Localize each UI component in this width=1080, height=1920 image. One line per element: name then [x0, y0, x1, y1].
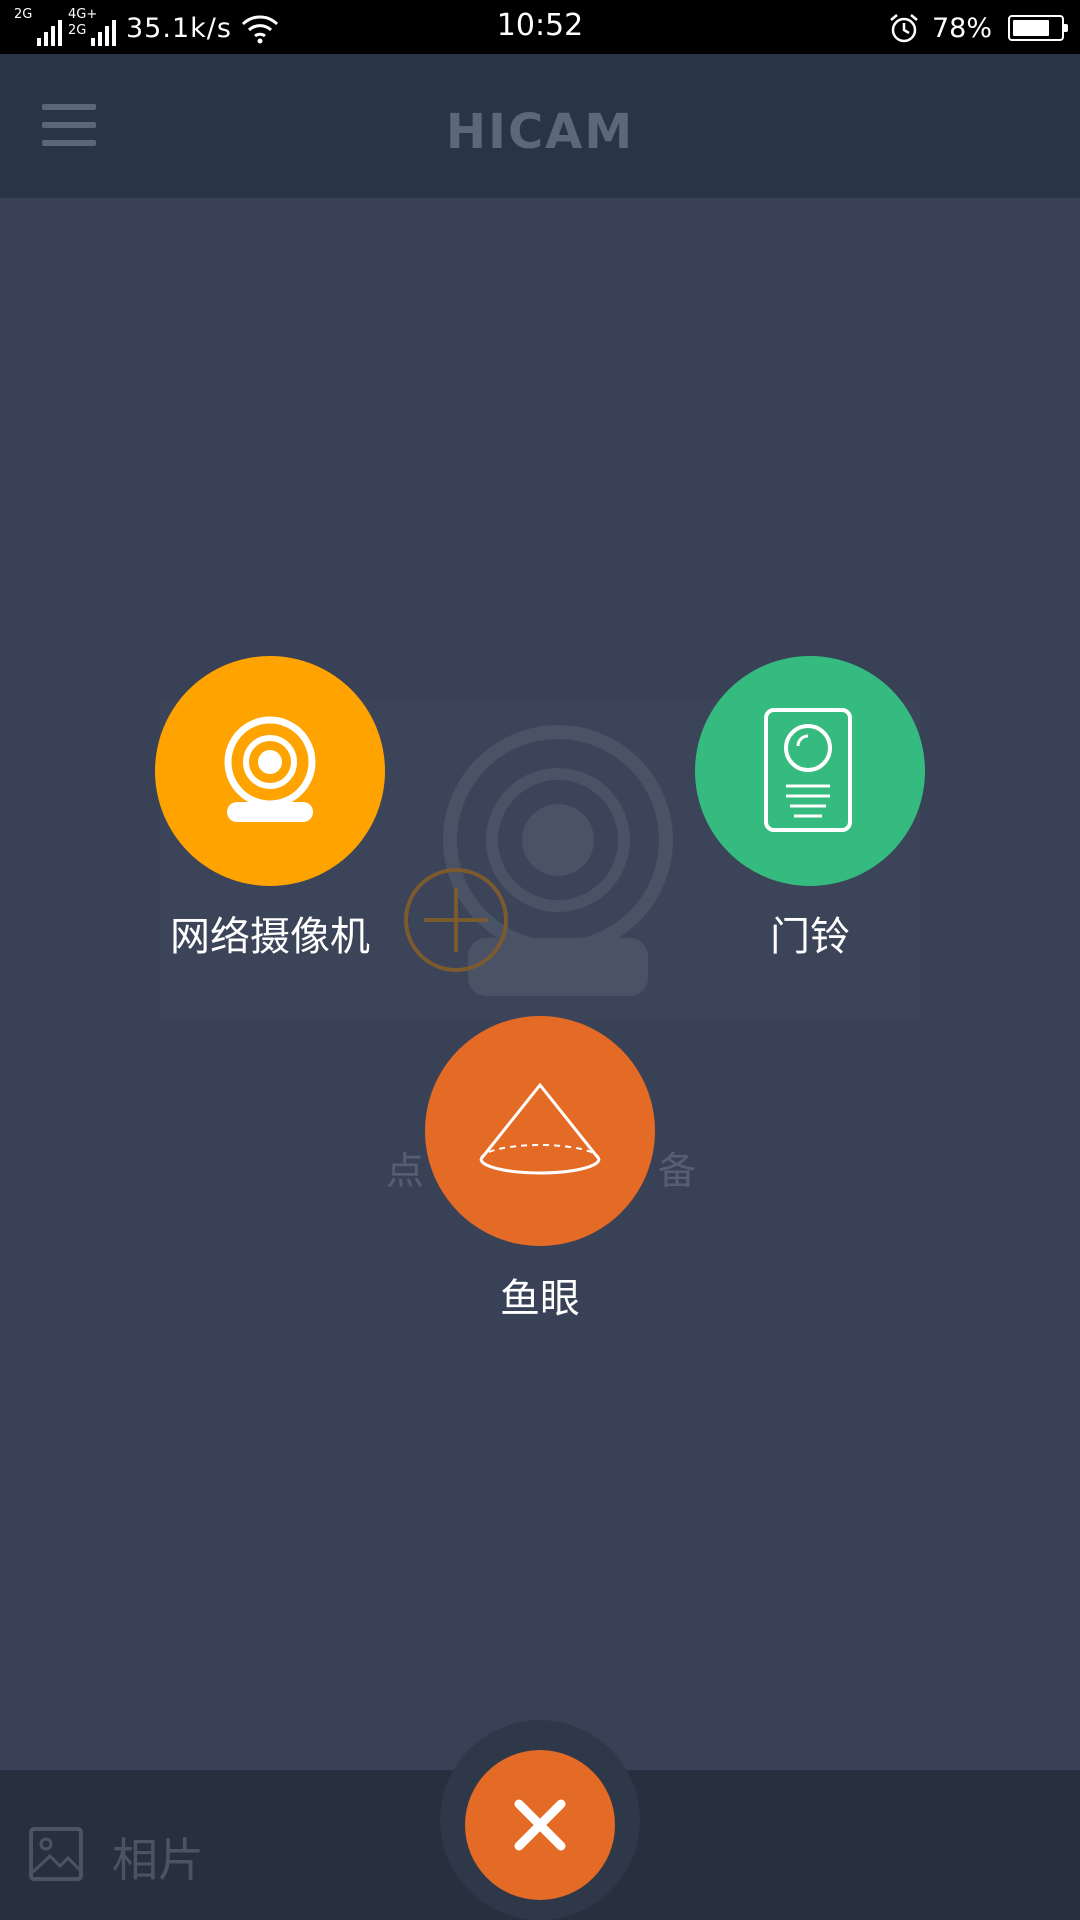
status-bar: 2G 4G+ 2G 35.1k/s 10:52 78% — [0, 0, 1080, 54]
image-icon[interactable] — [28, 1826, 84, 1882]
close-icon — [514, 1799, 566, 1851]
alarm-icon — [890, 14, 918, 43]
fisheye-option-label: 鱼眼 — [500, 1276, 580, 1322]
app-bar: HICAM — [0, 54, 1080, 198]
camera-option-label: 网络摄像机 — [170, 914, 370, 960]
photos-tab-label[interactable]: 相片 — [112, 1824, 204, 1890]
battery-percent: 78% — [931, 12, 992, 44]
doorbell-option-button[interactable] — [695, 656, 925, 886]
doorbell-option-label: 门铃 — [770, 914, 850, 960]
status-right: 78% — [888, 10, 1068, 46]
background-hint-right: 备 — [658, 1149, 697, 1193]
fisheye-option-button[interactable] — [425, 1016, 655, 1246]
background-hint-left: 点 — [386, 1149, 425, 1193]
webcam-icon — [224, 716, 316, 822]
fisheye-icon — [479, 1082, 601, 1175]
battery-fill — [1013, 20, 1049, 36]
camera-option-button[interactable] — [155, 656, 385, 886]
battery-icon — [1008, 15, 1068, 41]
close-button[interactable] — [465, 1750, 615, 1900]
app-title: HICAM — [445, 104, 635, 160]
doorbell-icon — [764, 708, 852, 832]
